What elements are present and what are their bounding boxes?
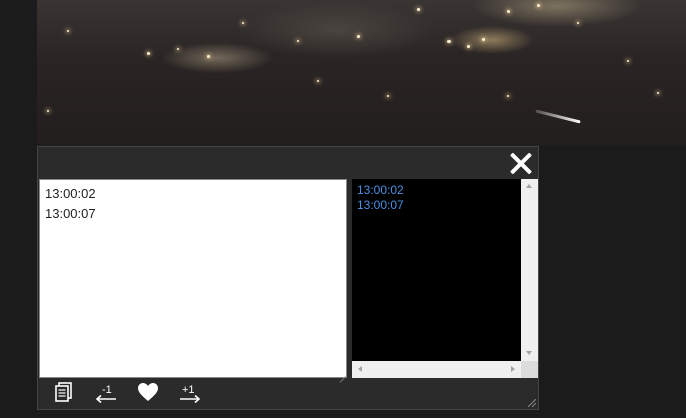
step-back-icon: -1 — [95, 384, 116, 404]
plus-one-button[interactable]: +1 — [178, 379, 220, 405]
timestamp-item[interactable]: 13:00:07 — [352, 198, 520, 213]
favorite-button[interactable] — [136, 379, 178, 405]
minus-one-button[interactable]: -1 — [94, 379, 136, 405]
close-icon[interactable] — [509, 151, 533, 175]
scroll-left-icon[interactable] — [358, 366, 362, 372]
timestamp-list: 13:00:02 13:00:07 — [352, 179, 538, 378]
scroll-right-icon[interactable] — [511, 366, 515, 372]
step-forward-icon: +1 — [180, 384, 201, 404]
notes-textarea[interactable] — [39, 179, 347, 378]
panel-toolbar: -1 +1 — [52, 379, 220, 405]
heart-icon — [138, 383, 158, 401]
vertical-scrollbar[interactable] — [521, 179, 538, 361]
minus-one-label: -1 — [102, 384, 112, 396]
horizontal-scrollbar[interactable] — [352, 361, 521, 378]
timestamp-item[interactable]: 13:00:02 — [352, 183, 520, 198]
resize-grip[interactable] — [338, 369, 346, 377]
timestamp-notes-panel: 13:00:02 13:00:07 -1 — [37, 146, 539, 410]
scrollbar-corner — [521, 361, 538, 378]
plus-one-label: +1 — [182, 384, 195, 396]
copy-icon — [55, 382, 72, 402]
panel-resize-grip[interactable] — [528, 399, 536, 407]
webcam-image — [37, 0, 686, 146]
copy-button[interactable] — [52, 379, 94, 405]
scroll-down-icon[interactable] — [526, 351, 532, 355]
scroll-up-icon[interactable] — [526, 184, 532, 188]
